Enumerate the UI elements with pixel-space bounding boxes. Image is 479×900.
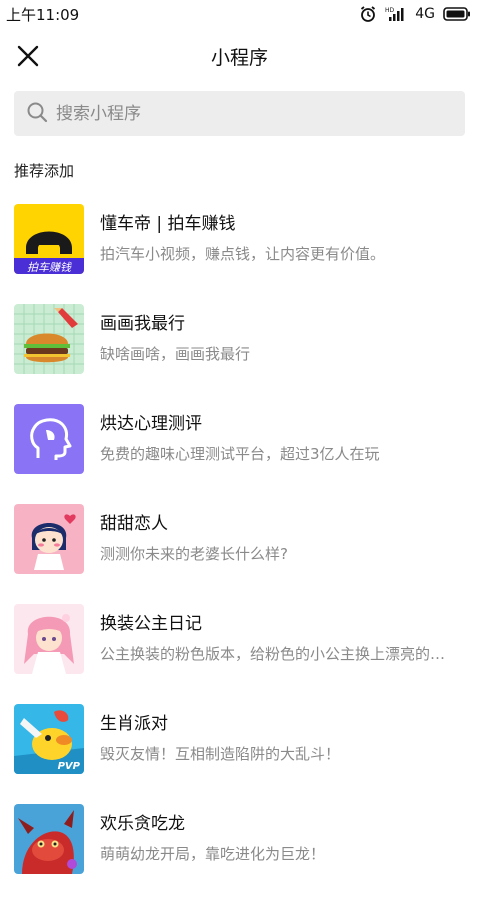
svg-text:HD: HD <box>385 7 395 14</box>
dongchedi-icon: 拍车赚钱 <box>14 204 84 274</box>
search-icon <box>26 101 48 127</box>
list-item[interactable]: 拍车赚钱 懂车帝 | 拍车赚钱 拍汽车小视频，赚点钱，让内容更有价值。 <box>0 200 479 300</box>
app-description: 萌萌幼龙开局，靠吃进化为巨龙！ <box>100 845 326 863</box>
app-name: 甜甜恋人 <box>100 514 168 534</box>
page-title: 小程序 <box>210 46 268 69</box>
section-title: 推荐添加 <box>14 162 75 180</box>
list-item[interactable]: 画画我最行 缺啥画啥，画画我最行 <box>0 300 479 400</box>
princess-icon <box>14 604 84 674</box>
zodiac-party-icon: PVP <box>14 704 84 774</box>
list-item[interactable]: 欢乐贪吃龙 萌萌幼龙开局，靠吃进化为巨龙！ <box>0 800 479 900</box>
app-name: 换装公主日记 <box>100 614 202 634</box>
close-button[interactable] <box>12 40 44 72</box>
app-name: 画画我最行 <box>100 314 185 334</box>
battery-icon <box>443 7 471 21</box>
list-item[interactable]: 烘达心理测评 免费的趣味心理测试平台，超过3亿人在玩 <box>0 400 479 500</box>
search-box[interactable] <box>14 91 465 136</box>
app-description: 免费的趣味心理测试平台，超过3亿人在玩 <box>100 445 380 463</box>
app-name: 欢乐贪吃龙 <box>100 814 185 834</box>
app-description: 测测你未来的老婆长什么样? <box>100 545 288 563</box>
nav-bar: 小程序 <box>0 28 479 84</box>
list-item[interactable]: 换装公主日记 公主换装的粉色版本，给粉色的小公主换上漂亮的衣服 <box>0 600 479 700</box>
status-icons: HD 4G <box>359 5 471 23</box>
app-list: 拍车赚钱 懂车帝 | 拍车赚钱 拍汽车小视频，赚点钱，让内容更有价值。 画画我最… <box>0 200 479 900</box>
app-description: 公主换装的粉色版本，给粉色的小公主换上漂亮的衣服 <box>100 645 452 663</box>
status-bar: 上午11:09 HD 4G <box>0 0 479 28</box>
network-type: 4G <box>415 6 435 22</box>
app-name: 烘达心理测评 <box>100 414 202 434</box>
dongchedi-icon-label: 拍车赚钱 <box>27 261 71 274</box>
cartoon-girl-icon <box>14 504 84 574</box>
burger-drawing-icon <box>14 304 84 374</box>
signal-icon: HD <box>385 6 407 22</box>
app-name: 生肖派对 <box>100 714 168 734</box>
status-time: 上午11:09 <box>6 5 80 24</box>
alarm-icon <box>359 5 377 23</box>
list-item[interactable]: 甜甜恋人 测测你未来的老婆长什么样? <box>0 500 479 600</box>
pvp-label: PVP <box>57 761 80 772</box>
head-profile-icon <box>14 404 84 474</box>
app-name: 懂车帝 | 拍车赚钱 <box>100 214 236 234</box>
search-input[interactable] <box>56 103 436 124</box>
dragon-icon <box>14 804 84 874</box>
list-item[interactable]: PVP 生肖派对 毁灭友情！互相制造陷阱的大乱斗！ <box>0 700 479 800</box>
app-description: 缺啥画啥，画画我最行 <box>100 345 251 363</box>
app-description: 拍汽车小视频，赚点钱，让内容更有价值。 <box>100 245 386 263</box>
app-description: 毁灭友情！互相制造陷阱的大乱斗！ <box>100 745 341 763</box>
close-icon <box>17 45 39 67</box>
